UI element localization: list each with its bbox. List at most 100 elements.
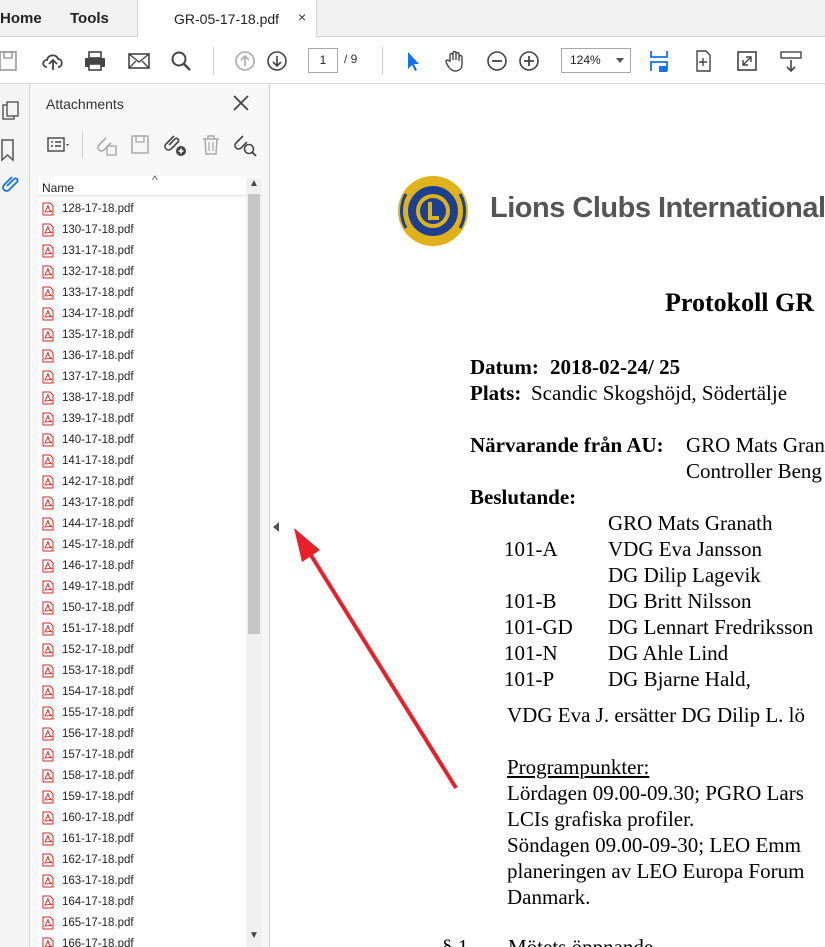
list-item[interactable]: 164-17-18.pdf xyxy=(38,892,246,913)
page-number-input[interactable]: 1 xyxy=(308,48,338,73)
list-item[interactable]: 138-17-18.pdf xyxy=(38,388,246,409)
sort-ascending-icon[interactable]: ^ xyxy=(152,173,158,187)
tab-tools[interactable]: Tools xyxy=(70,0,109,37)
hand-tool-icon[interactable] xyxy=(442,48,468,74)
list-item[interactable]: 130-17-18.pdf xyxy=(38,220,246,241)
brand-name: Lions Clubs International xyxy=(490,192,825,224)
pdf-file-icon xyxy=(42,328,54,342)
page-thumbnails-icon[interactable] xyxy=(0,100,22,124)
list-item[interactable]: 157-17-18.pdf xyxy=(38,745,246,766)
list-item[interactable]: 149-17-18.pdf xyxy=(38,577,246,598)
list-item[interactable]: 141-17-18.pdf xyxy=(38,451,246,472)
attachment-paperclip-icon[interactable] xyxy=(0,172,22,196)
email-icon[interactable] xyxy=(126,48,152,74)
zoom-level-select[interactable]: 124% xyxy=(561,48,631,73)
program-line: Söndagen 09.00-09-30; LEO Emm xyxy=(507,833,801,857)
member-name: DG Ahle Lind xyxy=(608,641,729,665)
pdf-file-icon xyxy=(42,790,54,804)
list-item[interactable]: 128-17-18.pdf xyxy=(38,199,246,220)
column-header-label: Name xyxy=(42,181,75,195)
options-menu-icon[interactable] xyxy=(46,132,72,158)
document-heading: Protokoll GR xyxy=(665,288,815,317)
zoom-out-icon[interactable] xyxy=(484,48,510,74)
file-name: 161-17-18.pdf xyxy=(62,833,134,845)
list-item[interactable]: 142-17-18.pdf xyxy=(38,472,246,493)
close-panel-icon[interactable] xyxy=(230,92,252,114)
list-item[interactable]: 145-17-18.pdf xyxy=(38,535,246,556)
open-attachment-icon[interactable] xyxy=(94,132,120,158)
zoom-in-icon[interactable] xyxy=(516,48,542,74)
close-tab-icon[interactable]: × xyxy=(298,9,306,25)
list-item[interactable]: 165-17-18.pdf xyxy=(38,913,246,934)
list-item[interactable]: 137-17-18.pdf xyxy=(38,367,246,388)
list-item[interactable]: 133-17-18.pdf xyxy=(38,283,246,304)
file-name: 138-17-18.pdf xyxy=(62,392,134,404)
attachments-list: 128-17-18.pdf 130-17-18.pdf 131-17-18.pdf 1… xyxy=(38,199,246,947)
tab-document[interactable]: GR-05-17-18.pdf × xyxy=(137,0,317,38)
pdf-file-icon xyxy=(42,916,54,930)
member-district: 101-N xyxy=(504,641,558,665)
list-item[interactable]: 139-17-18.pdf xyxy=(38,409,246,430)
list-item[interactable]: 140-17-18.pdf xyxy=(38,430,246,451)
bookmark-icon[interactable] xyxy=(0,138,22,162)
tab-home[interactable]: Home xyxy=(0,0,42,37)
document-view[interactable]: Lions Clubs International Protokoll GR D… xyxy=(282,84,825,947)
pdf-file-icon xyxy=(42,223,54,237)
column-header-name[interactable]: Name ^ xyxy=(38,173,263,196)
list-item[interactable]: 152-17-18.pdf xyxy=(38,640,246,661)
search-icon[interactable] xyxy=(168,48,194,74)
list-item[interactable]: 155-17-18.pdf xyxy=(38,703,246,724)
list-item[interactable]: 156-17-18.pdf xyxy=(38,724,246,745)
attachments-toolbar xyxy=(40,128,265,164)
list-item[interactable]: 161-17-18.pdf xyxy=(38,829,246,850)
scroll-up-icon[interactable]: ▲ xyxy=(249,178,259,189)
scroll-mode-icon[interactable] xyxy=(778,48,804,74)
save-attachment-icon[interactable] xyxy=(128,132,154,158)
fit-page-scroll-icon[interactable] xyxy=(646,48,672,74)
list-item[interactable]: 159-17-18.pdf xyxy=(38,787,246,808)
file-name: 160-17-18.pdf xyxy=(62,812,134,824)
upload-cloud-icon[interactable] xyxy=(40,48,66,74)
member-name: DG Lennart Fredriksson xyxy=(608,615,814,639)
list-item[interactable]: 144-17-18.pdf xyxy=(38,514,246,535)
file-name: 130-17-18.pdf xyxy=(62,224,134,236)
list-item[interactable]: 154-17-18.pdf xyxy=(38,682,246,703)
full-screen-icon[interactable] xyxy=(734,48,760,74)
list-scrollbar[interactable]: ▲ ▼ xyxy=(246,178,262,947)
list-item[interactable]: 163-17-18.pdf xyxy=(38,871,246,892)
list-item[interactable]: 136-17-18.pdf xyxy=(38,346,246,367)
file-name: 128-17-18.pdf xyxy=(62,203,134,215)
next-page-icon[interactable] xyxy=(264,48,290,74)
print-icon[interactable] xyxy=(82,48,108,74)
list-item[interactable]: 160-17-18.pdf xyxy=(38,808,246,829)
pdf-file-icon xyxy=(42,853,54,867)
beslutande-label: Beslutande: xyxy=(470,485,577,509)
list-item[interactable]: 132-17-18.pdf xyxy=(38,262,246,283)
previous-page-icon[interactable] xyxy=(232,48,258,74)
list-item[interactable]: 151-17-18.pdf xyxy=(38,619,246,640)
program-line: planeringen av LEO Europa Forum xyxy=(507,859,805,883)
collapse-panel-icon[interactable] xyxy=(272,520,280,532)
add-attachment-icon[interactable] xyxy=(162,132,188,158)
rotate-page-icon[interactable] xyxy=(690,48,716,74)
select-cursor-icon[interactable] xyxy=(400,48,426,74)
file-name: 140-17-18.pdf xyxy=(62,434,134,446)
file-name: 157-17-18.pdf xyxy=(62,749,134,761)
list-item[interactable]: 166-17-18.pdf xyxy=(38,934,246,947)
save-icon[interactable] xyxy=(0,48,22,74)
list-item[interactable]: 153-17-18.pdf xyxy=(38,661,246,682)
delete-trash-icon[interactable] xyxy=(198,132,224,158)
list-item[interactable]: 131-17-18.pdf xyxy=(38,241,246,262)
scrollbar-thumb[interactable] xyxy=(248,194,260,634)
list-item[interactable]: 158-17-18.pdf xyxy=(38,766,246,787)
pdf-file-icon xyxy=(42,895,54,909)
scroll-down-icon[interactable]: ▼ xyxy=(249,930,259,941)
list-item[interactable]: 134-17-18.pdf xyxy=(38,304,246,325)
list-item[interactable]: 162-17-18.pdf xyxy=(38,850,246,871)
list-item[interactable]: 150-17-18.pdf xyxy=(38,598,246,619)
list-item[interactable]: 146-17-18.pdf xyxy=(38,556,246,577)
search-attachment-icon[interactable] xyxy=(232,132,258,158)
list-item[interactable]: 135-17-18.pdf xyxy=(38,325,246,346)
list-item[interactable]: 143-17-18.pdf xyxy=(38,493,246,514)
section-number: § 1 xyxy=(442,935,469,947)
